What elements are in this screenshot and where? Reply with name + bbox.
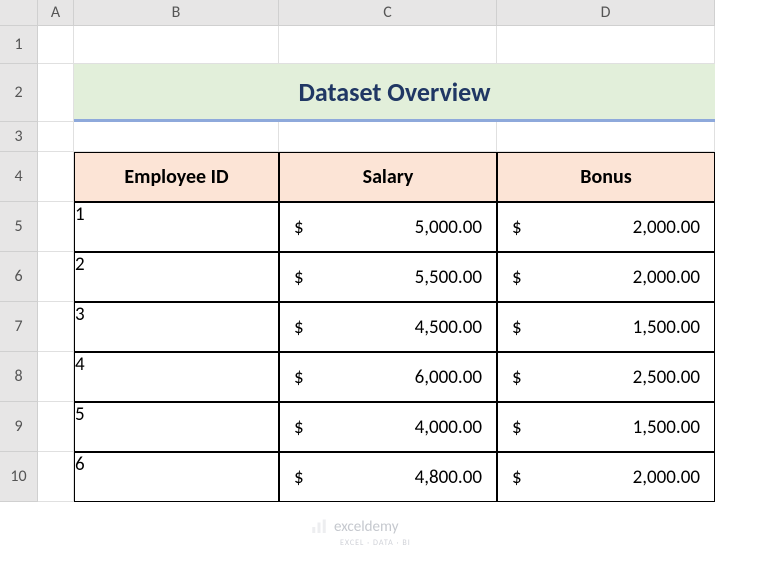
- currency-symbol: $: [294, 366, 304, 389]
- table-row[interactable]: $1,500.00: [497, 402, 715, 452]
- table-row[interactable]: $6,000.00: [279, 352, 497, 402]
- cell-a7[interactable]: [38, 302, 74, 352]
- cell-a6[interactable]: [38, 252, 74, 302]
- table-row[interactable]: $4,500.00: [279, 302, 497, 352]
- row-header-8[interactable]: 8: [0, 352, 38, 402]
- salary-value: 4,800.00: [415, 466, 482, 489]
- table-row[interactable]: 3: [74, 302, 279, 352]
- row-header-7[interactable]: 7: [0, 302, 38, 352]
- table-header-salary[interactable]: Salary: [279, 152, 497, 202]
- table-row[interactable]: 1: [74, 202, 279, 252]
- currency-symbol: $: [512, 416, 522, 439]
- spreadsheet-grid: A B C D 1 2 Dataset Overview 3 4 Employe…: [0, 0, 768, 502]
- watermark-sub: EXCEL · DATA · BI: [340, 538, 411, 548]
- bonus-value: 2,000.00: [633, 216, 700, 239]
- table-row[interactable]: $2,000.00: [497, 452, 715, 502]
- bonus-value: 1,500.00: [633, 316, 700, 339]
- row-header-6[interactable]: 6: [0, 252, 38, 302]
- watermark: exceldemy: [310, 518, 398, 536]
- cell-b3[interactable]: [74, 122, 279, 152]
- salary-value: 4,000.00: [415, 416, 482, 439]
- table-header-employee-id[interactable]: Employee ID: [74, 152, 279, 202]
- currency-symbol: $: [294, 316, 304, 339]
- table-row[interactable]: $5,500.00: [279, 252, 497, 302]
- table-row[interactable]: $1,500.00: [497, 302, 715, 352]
- table-row[interactable]: $2,000.00: [497, 202, 715, 252]
- bonus-value: 2,000.00: [633, 266, 700, 289]
- currency-symbol: $: [294, 266, 304, 289]
- bonus-value: 1,500.00: [633, 416, 700, 439]
- table-row[interactable]: 2: [74, 252, 279, 302]
- currency-symbol: $: [294, 416, 304, 439]
- cell-b1[interactable]: [74, 26, 279, 64]
- table-row[interactable]: $2,000.00: [497, 252, 715, 302]
- table-row[interactable]: 6: [74, 452, 279, 502]
- cell-d1[interactable]: [497, 26, 715, 64]
- cell-a4[interactable]: [38, 152, 74, 202]
- cell-d3[interactable]: [497, 122, 715, 152]
- currency-symbol: $: [512, 316, 522, 339]
- table-row[interactable]: 4: [74, 352, 279, 402]
- watermark-text: exceldemy: [334, 518, 398, 536]
- table-row[interactable]: $4,800.00: [279, 452, 497, 502]
- bonus-value: 2,500.00: [633, 366, 700, 389]
- col-header-d[interactable]: D: [497, 0, 715, 26]
- salary-value: 5,000.00: [415, 216, 482, 239]
- salary-value: 5,500.00: [415, 266, 482, 289]
- currency-symbol: $: [512, 216, 522, 239]
- col-header-a[interactable]: A: [38, 0, 74, 26]
- col-header-c[interactable]: C: [279, 0, 497, 26]
- currency-symbol: $: [512, 466, 522, 489]
- row-header-9[interactable]: 9: [0, 402, 38, 452]
- currency-symbol: $: [294, 216, 304, 239]
- cell-a2[interactable]: [38, 64, 74, 122]
- cell-a1[interactable]: [38, 26, 74, 64]
- chart-icon: [310, 518, 328, 536]
- table-row[interactable]: $2,500.00: [497, 352, 715, 402]
- row-header-10[interactable]: 10: [0, 452, 38, 502]
- currency-symbol: $: [512, 266, 522, 289]
- row-header-3[interactable]: 3: [0, 122, 38, 152]
- table-header-bonus[interactable]: Bonus: [497, 152, 715, 202]
- cell-a8[interactable]: [38, 352, 74, 402]
- cell-c3[interactable]: [279, 122, 497, 152]
- row-header-4[interactable]: 4: [0, 152, 38, 202]
- row-header-5[interactable]: 5: [0, 202, 38, 252]
- salary-value: 6,000.00: [415, 366, 482, 389]
- cell-a5[interactable]: [38, 202, 74, 252]
- currency-symbol: $: [294, 466, 304, 489]
- currency-symbol: $: [512, 366, 522, 389]
- cell-a10[interactable]: [38, 452, 74, 502]
- bonus-value: 2,000.00: [633, 466, 700, 489]
- row-header-1[interactable]: 1: [0, 26, 38, 64]
- table-row[interactable]: $5,000.00: [279, 202, 497, 252]
- cell-a3[interactable]: [38, 122, 74, 152]
- cell-c1[interactable]: [279, 26, 497, 64]
- table-row[interactable]: 5: [74, 402, 279, 452]
- title-cell[interactable]: Dataset Overview: [74, 64, 715, 122]
- row-header-2[interactable]: 2: [0, 64, 38, 122]
- salary-value: 4,500.00: [415, 316, 482, 339]
- select-all-corner[interactable]: [0, 0, 38, 26]
- cell-a9[interactable]: [38, 402, 74, 452]
- col-header-b[interactable]: B: [74, 0, 279, 26]
- table-row[interactable]: $4,000.00: [279, 402, 497, 452]
